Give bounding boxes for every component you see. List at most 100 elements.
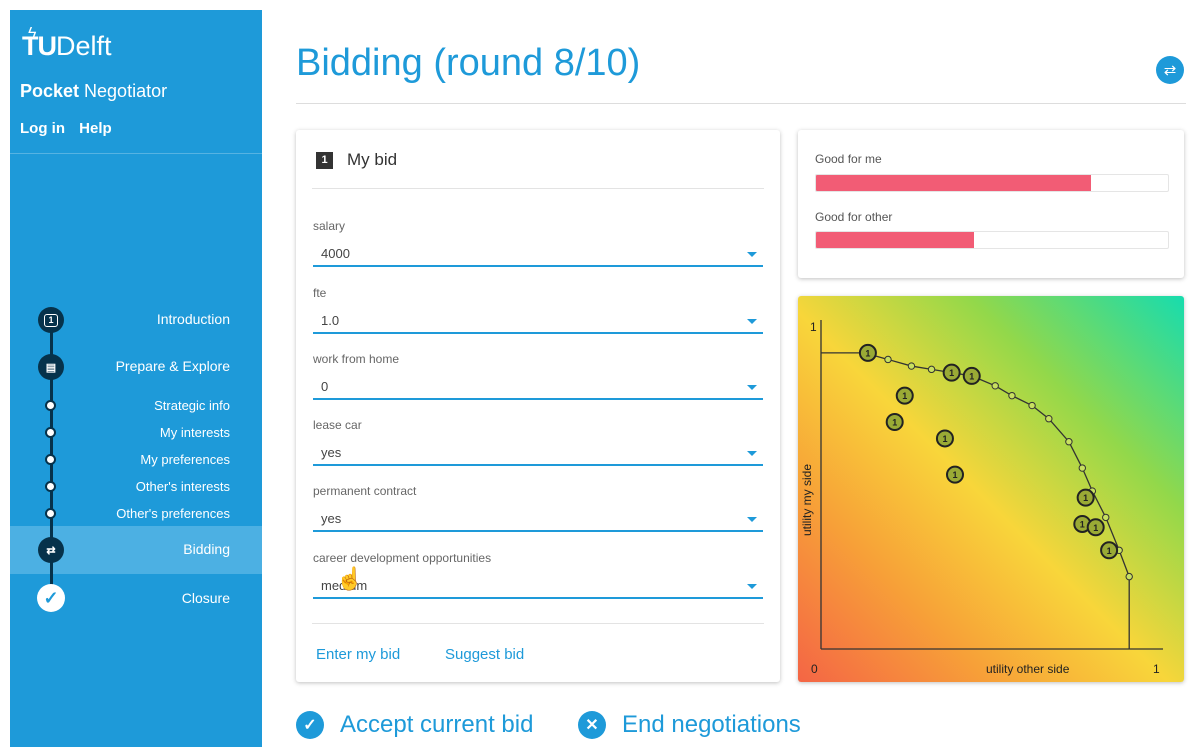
salary-select[interactable]: 4000 [313,241,763,267]
enter-my-bid-button[interactable]: Enter my bid [316,646,400,663]
step-dot[interactable] [45,427,56,438]
end-negotiations-label: End negotiations [622,711,801,738]
app-name: Pocket Negotiator [20,81,167,102]
y-axis-label: utility my side [800,464,814,536]
permanent-contract-select[interactable]: yes [313,506,763,532]
bid-marker-label: 1 [1080,519,1085,529]
career-development-label: career development opportunities [313,551,492,565]
fte-select[interactable]: 1.0 [313,308,763,334]
pareto-point [1078,464,1086,472]
pareto-point [927,365,936,374]
dropdown-arrow-icon [747,517,757,522]
good-for-me-label: Good for me [815,152,882,166]
sidebar-item-others-preferences[interactable]: Other's preferences [116,506,230,521]
pareto-point [1125,572,1133,581]
sidebar-item-my-preferences[interactable]: My preferences [140,452,230,467]
introduction-step-icon[interactable]: 1 [38,307,64,333]
utility-meters-card: Good for me Good for other [798,130,1184,278]
sidebar-item-bidding[interactable]: Bidding [183,541,230,557]
dropdown-arrow-icon [747,385,757,390]
x-tick-max: 1 [1153,662,1160,676]
clipboard-icon[interactable]: ▤ [38,354,64,380]
bid-marker-label: 1 [1083,493,1088,503]
bid-number-badge: 1 [316,151,333,169]
dropdown-arrow-icon [747,252,757,257]
bid-marker-label: 1 [892,417,897,427]
accept-current-bid-label: Accept current bid [340,711,534,738]
step-dot[interactable] [45,454,56,465]
close-circle-icon: ✕ [578,711,606,739]
work-from-home-select[interactable]: 0 [313,374,763,400]
step-number-badge: 1 [44,313,58,327]
sidebar-item-introduction[interactable]: Introduction [157,311,230,327]
help-link[interactable]: Help [79,120,112,137]
bid-marker-label: 1 [865,348,870,358]
title-divider [296,103,1186,104]
check-icon[interactable]: ✓ [37,584,65,612]
step-dot[interactable] [45,481,56,492]
pareto-point [907,362,916,370]
bid-bottom-divider [312,623,764,624]
logo-delft-text: Delft [56,31,112,61]
bid-marker-label: 1 [1093,523,1098,533]
good-for-other-label: Good for other [815,210,893,224]
pareto-point [1008,391,1016,400]
step-dot[interactable] [45,508,56,519]
lease-car-value: yes [321,445,342,460]
fte-label: fte [313,286,327,300]
top-nav: Log in Help [20,120,122,137]
pareto-point [1065,438,1073,446]
sidebar-divider [10,153,262,154]
dropdown-arrow-icon [747,319,757,324]
sidebar-item-prepare-explore[interactable]: Prepare & Explore [116,358,230,374]
suggest-bid-button[interactable]: Suggest bid [445,646,524,663]
salary-value: 4000 [321,246,350,261]
swap-arrows-icon[interactable]: ⇄ [38,537,64,563]
y-tick-max: 1 [810,320,817,334]
career-development-select[interactable]: medium [313,573,763,599]
tu-delft-logo[interactable]: ϟ TUDelft [22,25,112,64]
sidebar-item-strategic-info[interactable]: Strategic info [154,398,230,413]
my-bid-title: My bid [347,150,398,169]
flame-icon: ϟ [28,25,37,42]
lease-car-label: lease car [313,418,362,432]
lease-car-select[interactable]: yes [313,440,763,466]
step-dot[interactable] [45,400,56,411]
my-bid-card: 1 My bid salary 4000 fte 1.0 work from h… [296,130,780,682]
sidebar-item-my-interests[interactable]: My interests [160,425,230,440]
fte-value: 1.0 [321,313,340,328]
bid-marker-label: 1 [952,470,957,480]
bid-marker-label: 1 [942,434,947,444]
good-for-me-fill [816,175,1091,191]
bid-divider [312,188,764,189]
my-bid-header: 1 My bid [316,150,397,170]
sidebar-item-others-interests[interactable]: Other's interests [136,479,230,494]
x-tick-min: 0 [811,662,818,676]
pareto-point [884,355,892,364]
salary-label: salary [313,219,346,233]
x-axis-label: utility other side [986,662,1070,676]
good-for-other-meter [815,231,1169,249]
app-name-rest: Negotiator [79,81,168,101]
login-link[interactable]: Log in [20,120,65,137]
utility-plot-svg: 11 1111111 110 11utility other sideutility … [800,320,1163,676]
work-from-home-value: 0 [321,379,329,394]
end-negotiations-button[interactable]: ✕ End negotiations [578,711,801,739]
swap-button[interactable]: ⇄ [1156,56,1184,84]
page-title: Bidding (round 8/10) [296,42,641,84]
bid-marker-label: 1 [902,391,907,401]
good-for-other-fill [816,232,975,248]
pareto-point [1045,415,1053,423]
accept-current-bid-button[interactable]: ✓ Accept current bid [296,711,533,739]
check-circle-icon: ✓ [296,711,324,739]
sidebar: ϟ TUDelft Pocket Negotiator Log in Help … [10,10,262,747]
good-for-me-meter [815,174,1169,192]
app-name-bold: Pocket [20,81,80,101]
utility-plot[interactable]: 1 1 1 1 1 1 1 1 1 1 1 0 1 1 utility other side utility … [798,296,1184,682]
sidebar-item-closure[interactable]: Closure [182,590,230,606]
dropdown-arrow-icon [747,584,757,589]
permanent-contract-value: yes [321,511,342,526]
permanent-contract-label: permanent contract [313,484,417,498]
pareto-point [1102,513,1110,522]
bid-marker-label: 1 [969,371,974,381]
